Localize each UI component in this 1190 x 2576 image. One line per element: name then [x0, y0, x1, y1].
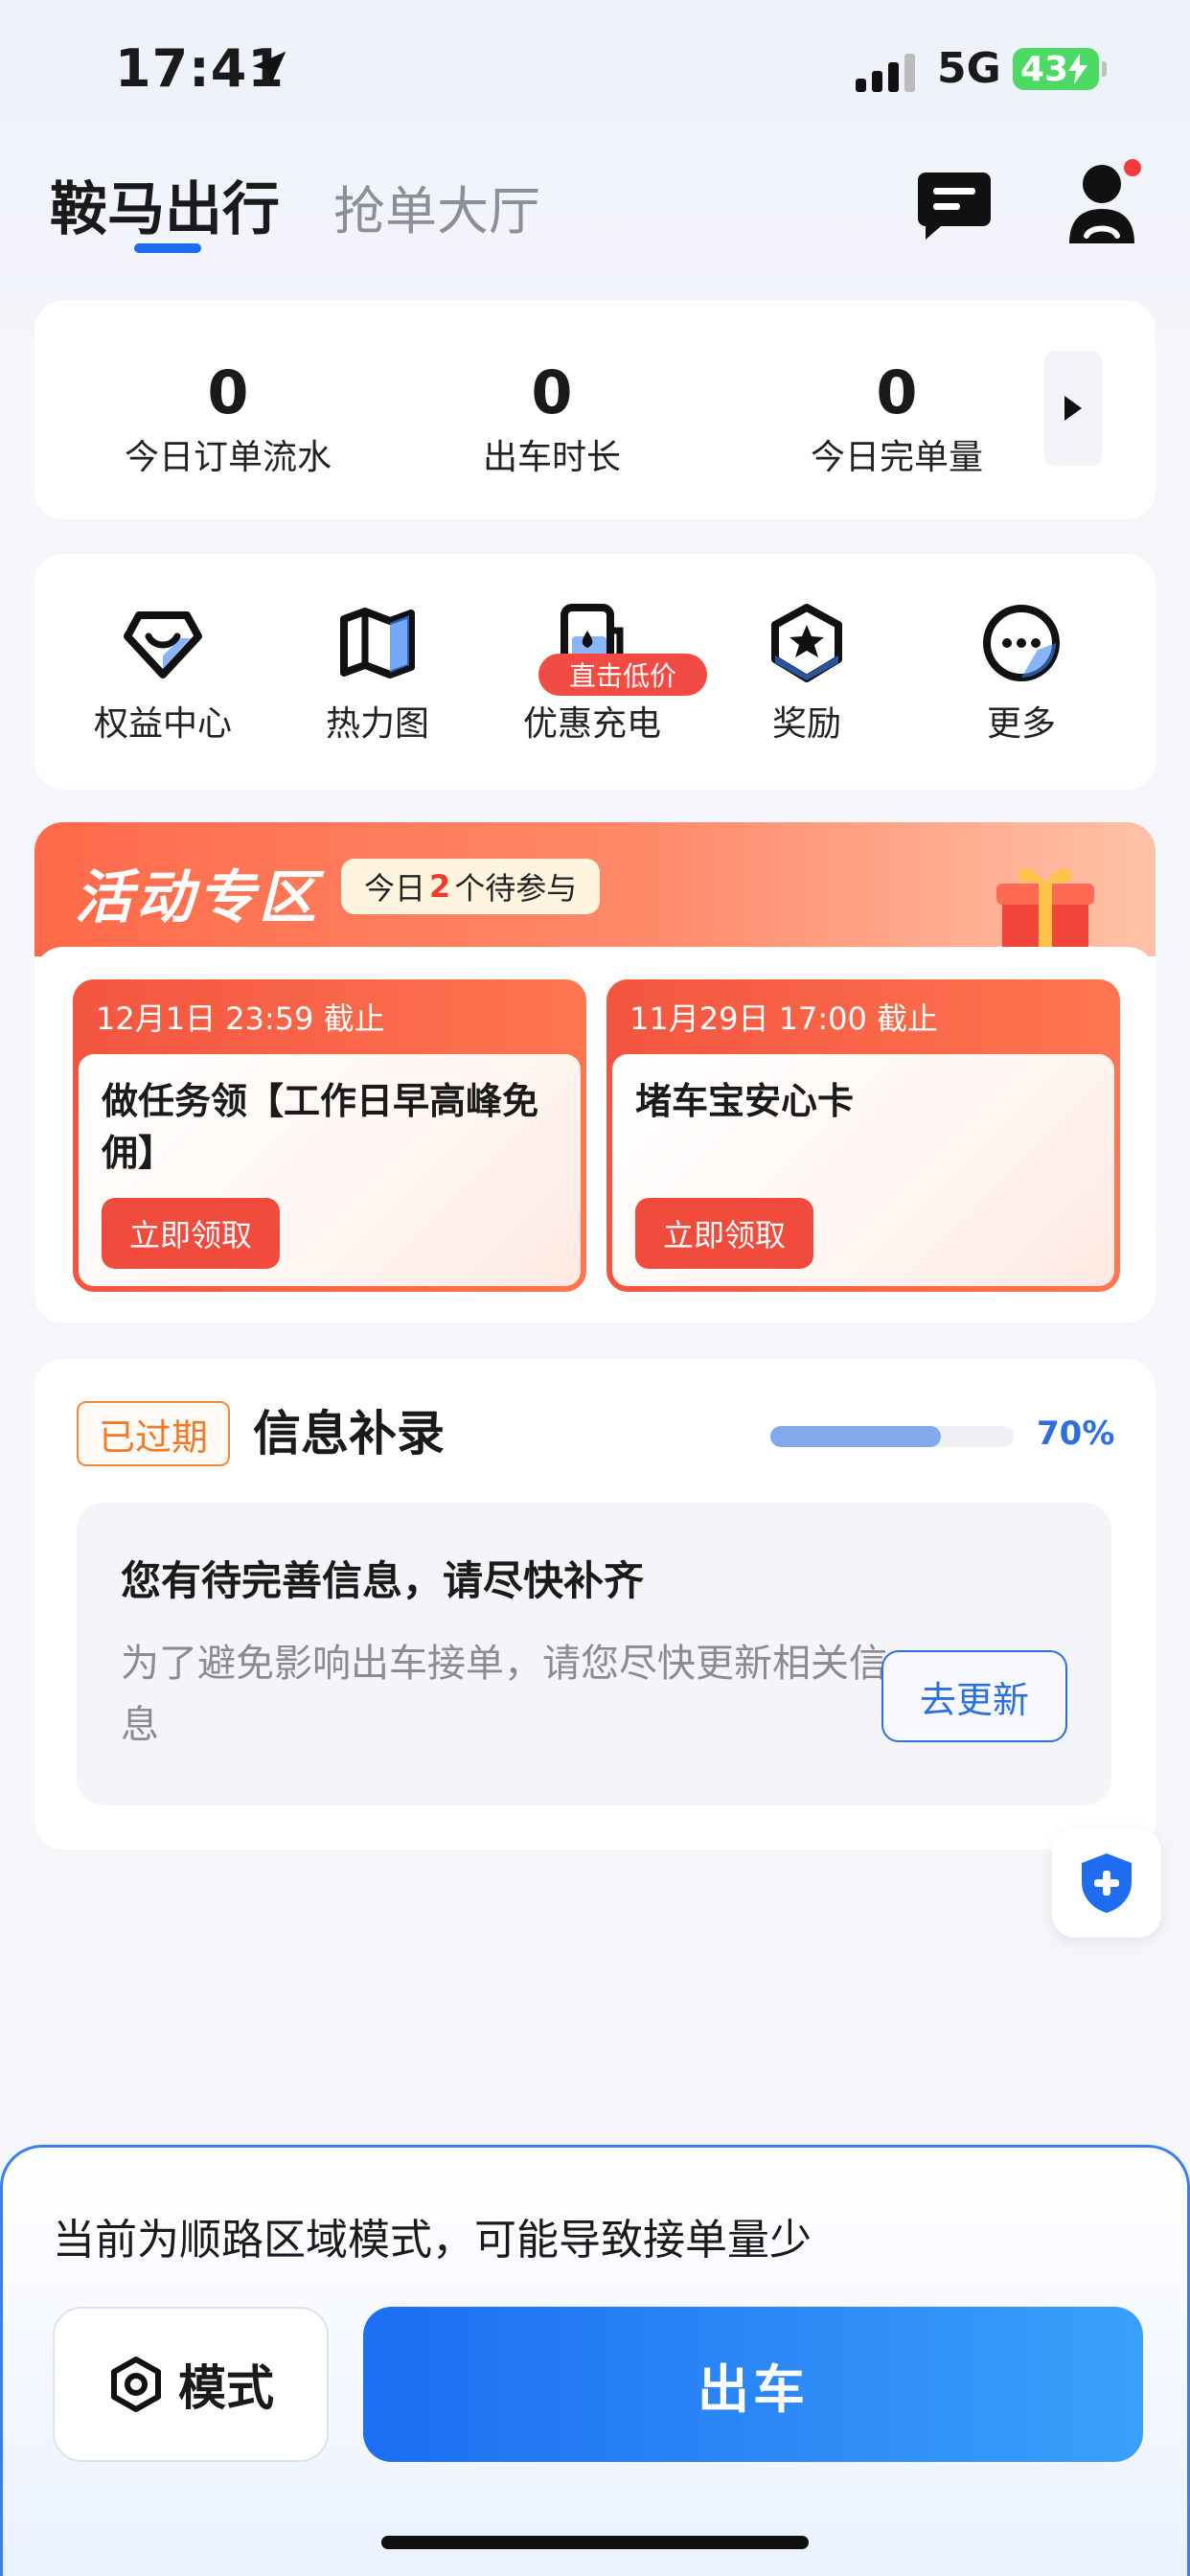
- tool-label: 更多: [986, 704, 1056, 744]
- info-box-title: 您有待完善信息，请尽快补齐: [121, 1557, 645, 1604]
- expired-badge: 已过期: [77, 1401, 230, 1466]
- activity-card-title: 堵车宝安心卡: [635, 1080, 855, 1122]
- activity-card-body: 做任务领【工作日早高峰免佣】 立即领取: [79, 1054, 581, 1286]
- active-tab-indicator: [134, 243, 201, 253]
- tool-label: 热力图: [325, 704, 429, 744]
- pending-count: 2: [429, 868, 451, 905]
- shield-plus-icon: [1082, 1853, 1132, 1913]
- stats-card: 0 今日订单流水 0 出车时长 0 今日完单量: [34, 301, 1156, 519]
- activity-title: 活动专区: [75, 864, 320, 932]
- tab-order-hall[interactable]: 抢单大厅: [333, 169, 540, 244]
- pill-suffix: 个待参与: [454, 870, 578, 907]
- stat-value: 0: [531, 357, 573, 427]
- activity-deadline: 11月29日 17:00 截止: [629, 1000, 939, 1037]
- home-indicator: [381, 2536, 809, 2549]
- stat-label: 今日完单量: [810, 438, 983, 477]
- bottom-panel: 当前为顺路区域模式，可能导致接单量少 模式 出车: [0, 2145, 1190, 2576]
- battery-indicator: 43: [1013, 48, 1107, 90]
- activity-header: 活动专区 今日 2 个待参与: [34, 822, 1156, 966]
- safety-shield-button[interactable]: [1052, 1828, 1161, 1938]
- stat-value: 0: [876, 357, 918, 427]
- tool-more[interactable]: 更多: [926, 602, 1117, 746]
- progress-percent: 70%: [1037, 1414, 1115, 1453]
- start-driving-button[interactable]: 出车: [363, 2307, 1143, 2462]
- activity-pending-pill[interactable]: 今日 2 个待参与: [341, 859, 601, 914]
- info-box: 您有待完善信息，请尽快补齐 为了避免影响出车接单，请您尽快更新相关信息 去更新: [77, 1503, 1111, 1806]
- more-icon: [983, 605, 1060, 681]
- activity-zone: 活动专区 今日 2 个待参与 12月1日 23:59 截止 做任务领【工作日早高峰免…: [34, 822, 1156, 1322]
- claim-button[interactable]: 立即领取: [102, 1198, 280, 1269]
- mode-tip: 当前为顺路区域模式，可能导致接单量少: [53, 2216, 812, 2265]
- network-type: 5G: [937, 44, 1001, 93]
- signal-icon: [856, 54, 915, 92]
- activity-body: 12月1日 23:59 截止 做任务领【工作日早高峰免佣】 立即领取 11月29…: [34, 947, 1156, 1322]
- tool-heatmap[interactable]: 热力图: [282, 602, 473, 746]
- promo-tag: 直击低价: [538, 654, 707, 696]
- pill-prefix: 今日: [364, 870, 426, 907]
- activity-card-title: 做任务领【工作日早高峰免佣】: [102, 1080, 539, 1174]
- mode-button[interactable]: 模式: [53, 2307, 329, 2462]
- tool-benefit-center[interactable]: 权益中心: [67, 602, 259, 746]
- location-arrow-icon: [252, 51, 286, 85]
- message-icon[interactable]: [918, 172, 991, 240]
- stat-completed-orders[interactable]: 0 今日完单量: [753, 360, 1041, 479]
- stat-value: 0: [207, 357, 249, 427]
- info-title: 信息补录: [253, 1406, 445, 1461]
- activity-deadline: 12月1日 23:59 截止: [96, 1000, 385, 1037]
- stat-label: 出车时长: [482, 438, 621, 477]
- progress-fill: [770, 1426, 941, 1447]
- tool-label: 优惠充电: [522, 704, 661, 744]
- update-button[interactable]: 去更新: [881, 1650, 1067, 1742]
- claim-button[interactable]: 立即领取: [635, 1198, 813, 1269]
- benefit-icon: [124, 611, 202, 678]
- stat-label: 今日订单流水: [124, 438, 332, 477]
- info-box-desc: 为了避免影响出车接单，请您尽快更新相关信息: [121, 1642, 887, 1747]
- stat-driving-duration[interactable]: 0 出车时长: [408, 360, 696, 479]
- mode-label: 模式: [178, 2360, 274, 2416]
- charging-bolt-icon: [1068, 54, 1088, 84]
- stats-expand-button[interactable]: [1044, 351, 1102, 466]
- activity-card[interactable]: 12月1日 23:59 截止 做任务领【工作日早高峰免佣】 立即领取: [73, 979, 586, 1292]
- tool-reward[interactable]: 奖励: [711, 602, 903, 746]
- play-arrow-icon: [1064, 396, 1082, 421]
- battery-level: 43: [1020, 49, 1069, 89]
- tool-label: 权益中心: [93, 704, 232, 744]
- tab-anma-travel[interactable]: 鞍马出行: [50, 163, 280, 246]
- progress-bar: [770, 1426, 1014, 1447]
- reward-icon: [771, 604, 842, 682]
- hexagon-settings-icon: [111, 2357, 161, 2412]
- map-icon: [340, 608, 415, 678]
- activity-card-body: 堵车宝安心卡 立即领取: [612, 1054, 1114, 1286]
- tools-card: 权益中心 热力图 优惠充电 奖励 更多 直击低价: [34, 554, 1156, 790]
- notification-dot: [1124, 159, 1141, 176]
- activity-card[interactable]: 11月29日 17:00 截止 堵车宝安心卡 立即领取: [606, 979, 1120, 1292]
- info-supplement-card: 已过期 信息补录 70% 您有待完善信息，请尽快补齐 为了避免影响出车接单，请您…: [34, 1359, 1156, 1850]
- tool-label: 奖励: [771, 704, 841, 744]
- stat-order-revenue[interactable]: 0 今日订单流水: [84, 360, 372, 479]
